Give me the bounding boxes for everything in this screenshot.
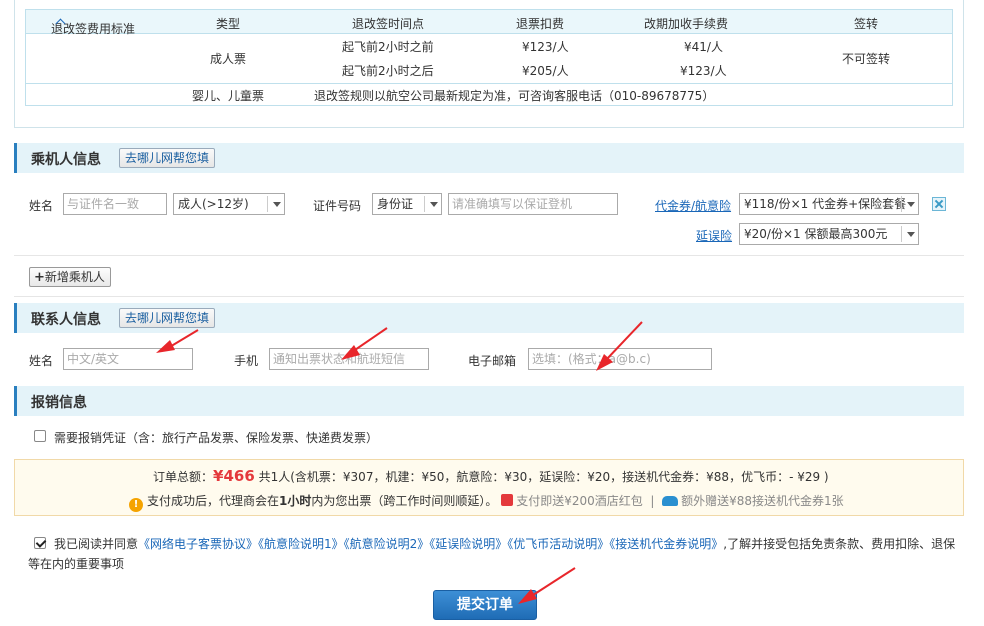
passenger-title: 乘机人信息 — [31, 152, 101, 168]
delay-insurance-link[interactable]: 延误险 — [696, 227, 732, 244]
order-total-value: ¥466 — [213, 467, 255, 485]
agreement-text: 我已阅读并同意《网络电子客票协议》《航意险说明1》《航意险说明2》《延误险说明》… — [28, 537, 956, 571]
agreement-doc-links[interactable]: 《网络电子客票协议》《航意险说明1》《航意险说明2》《延误险说明》《优飞币活动说… — [138, 537, 723, 551]
refund-table-header: 退改签费用标准 类型 退改签时间点 退票扣费 改期加收手续费 签转 — [26, 10, 952, 36]
voucher-insurance-link[interactable]: 代金券/航意险 — [655, 197, 731, 214]
col-transfer: 签转 — [854, 17, 879, 31]
hotel-coupon-text: 支付即送¥200酒店红包 — [516, 494, 643, 508]
passenger-type-select[interactable]: 成人(>12岁) — [173, 193, 285, 215]
refund-row-fee: ¥205/人 — [522, 64, 569, 78]
row-divider — [26, 83, 952, 84]
chevron-down-icon — [901, 226, 918, 242]
refund-row-time: 起飞前2小时之后 — [342, 64, 434, 78]
order-notice-line: ! 支付成功后，代理商会在1小时内为您出票（跨工作时间则顺延）。 支付即送¥200… — [129, 492, 844, 512]
passenger-name-input[interactable]: 与证件名一致 — [63, 193, 167, 215]
invoice-section-header: 报销信息 — [14, 386, 964, 416]
order-breakdown: 共1人(含机票：¥307，机建：¥50，航意险：¥30，延误险：¥20，接送机代… — [258, 470, 829, 484]
close-icon[interactable] — [932, 197, 946, 211]
plus-icon: + — [34, 270, 45, 285]
invoice-checkbox-label: 需要报销凭证（含：旅行产品发票、保险发票、快递费发票） — [54, 431, 379, 445]
contact-name-input[interactable]: 中文/英文 — [63, 348, 193, 370]
refund-row-change: ¥41/人 — [684, 40, 723, 54]
phone-input[interactable]: 通知出票状态和航班短信 — [269, 348, 429, 370]
divider — [14, 296, 964, 297]
refund-toggle[interactable]: 退改签费用标准 — [51, 15, 135, 36]
contact-title: 联系人信息 — [31, 312, 101, 328]
chevron-down-icon — [267, 196, 284, 212]
divider — [14, 255, 964, 256]
warning-icon: ! — [129, 498, 143, 512]
col-time: 退改签时间点 — [352, 17, 425, 31]
contact-name-label: 姓名 — [29, 354, 54, 368]
submit-order-button[interactable]: 提交订单 — [433, 590, 537, 620]
refund-row-fee: ¥123/人 — [522, 40, 569, 54]
voucher-insurance-select[interactable]: ¥118/份×1 代金券+保险套餐 — [739, 193, 919, 215]
passenger-name-label: 姓名 — [29, 199, 54, 213]
invoice-title: 报销信息 — [31, 395, 87, 411]
phone-label: 手机 — [234, 354, 259, 368]
car-coupon-text: 额外赠送¥88接送机代金券1张 — [681, 494, 844, 508]
chevron-down-icon — [424, 196, 441, 212]
col-type: 类型 — [216, 17, 241, 31]
passenger-autofill-button[interactable]: 去哪儿网帮您填 — [119, 148, 216, 168]
delay-insurance-select[interactable]: ¥20/份×1 保额最高300元 — [739, 223, 919, 245]
refund-row-time: 起飞前2小时之前 — [342, 40, 434, 54]
gift-icon — [501, 494, 514, 506]
col-refund: 退票扣费 — [516, 17, 565, 31]
email-input[interactable]: 选填：(格式：a@b.c) — [528, 348, 712, 370]
col-change: 改期加收手续费 — [644, 17, 729, 31]
refund-row-change: ¥123/人 — [680, 64, 727, 78]
add-passenger-button[interactable]: +新增乘机人 — [29, 267, 111, 287]
id-type-select[interactable]: 身份证 — [372, 193, 442, 215]
id-number-input[interactable]: 请准确填写以保证登机 — [448, 193, 618, 215]
contact-autofill-button[interactable]: 去哪儿网帮您填 — [119, 308, 216, 328]
transfer-policy: 不可签转 — [842, 52, 891, 66]
child-ticket-note: 退改签规则以航空公司最新规定为准，可咨询客服电话（010-89678775） — [314, 89, 715, 103]
contact-section-header: 联系人信息 去哪儿网帮您填 — [14, 303, 964, 333]
adult-ticket-type: 成人票 — [210, 52, 247, 66]
passenger-section-header: 乘机人信息 去哪儿网帮您填 — [14, 143, 964, 173]
id-number-label: 证件号码 — [313, 199, 362, 213]
chevron-down-icon — [901, 196, 918, 212]
invoice-checkbox[interactable] — [34, 430, 46, 442]
car-icon — [662, 496, 679, 506]
child-ticket-type: 婴儿、儿童票 — [192, 89, 265, 103]
email-label: 电子邮箱 — [468, 354, 517, 368]
order-total-line: 订单总额：¥466 共1人(含机票：¥307，机建：¥50，航意险：¥30，延误… — [153, 467, 829, 485]
order-summary: 订单总额：¥466 共1人(含机票：¥307，机建：¥50，航意险：¥30，延误… — [14, 459, 964, 516]
refund-policy-table: 退改签费用标准 类型 退改签时间点 退票扣费 改期加收手续费 签转 成人票 起飞… — [25, 9, 953, 106]
